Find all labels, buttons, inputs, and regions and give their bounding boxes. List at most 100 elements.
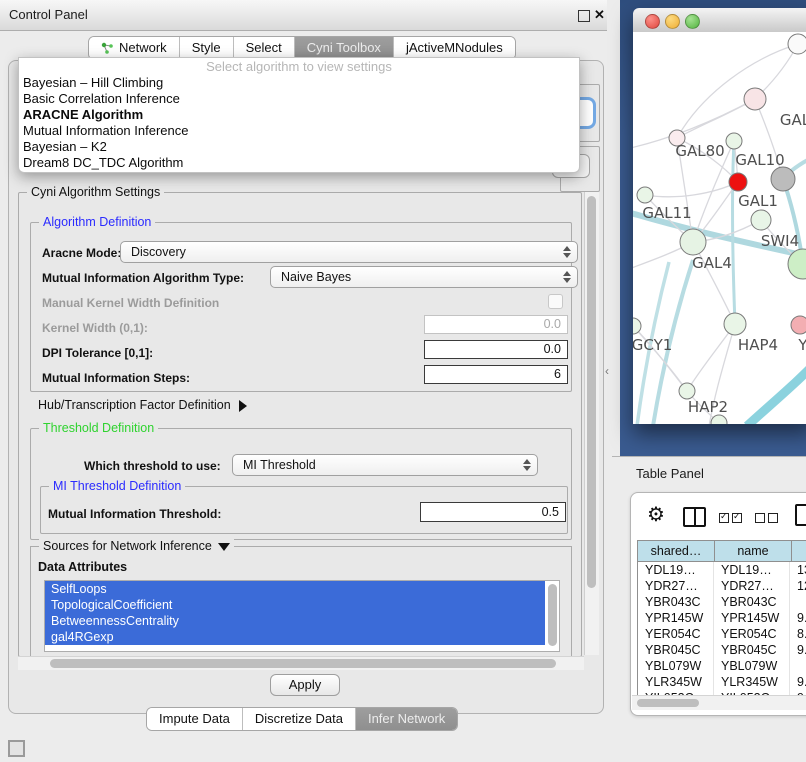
network-node[interactable] xyxy=(791,316,806,334)
network-edge[interactable] xyxy=(687,324,735,391)
data-attribute-item[interactable]: gal4RGexp xyxy=(45,629,545,645)
column-header[interactable] xyxy=(792,540,806,562)
tab-impute-data[interactable]: Impute Data xyxy=(147,708,243,730)
algorithm-option[interactable]: ARACNE Algorithm xyxy=(19,107,579,123)
network-node-label: GAL11 xyxy=(642,204,691,222)
split-columns-icon[interactable] xyxy=(683,507,706,527)
settings-vscrollbar-thumb[interactable] xyxy=(587,196,596,588)
close-icon[interactable]: ✕ xyxy=(594,7,605,23)
network-node-label: HAP4 xyxy=(738,336,778,354)
table-cell: YER054C xyxy=(638,626,714,642)
table-cell: YBR043C xyxy=(714,594,790,610)
tab-jactivemnodules[interactable]: jActiveMNodules xyxy=(394,37,515,59)
network-node[interactable] xyxy=(680,229,706,255)
select-columns-icon[interactable] xyxy=(719,510,742,528)
mi-threshold-field[interactable]: 0.5 xyxy=(420,502,566,522)
tab-cyni-toolbox[interactable]: Cyni Toolbox xyxy=(295,37,394,59)
column-header[interactable]: name xyxy=(715,540,792,562)
collapsed-panel-icon[interactable] xyxy=(8,740,25,757)
table-row[interactable]: YBR045CYBR045C9. xyxy=(638,642,806,658)
algorithm-option[interactable]: Bayesian – Hill Climbing xyxy=(19,75,579,91)
tab-select[interactable]: Select xyxy=(234,37,295,59)
dropdown-placeholder: Select algorithm to view settings xyxy=(19,58,579,75)
settings-hscrollbar-thumb[interactable] xyxy=(50,659,556,668)
mi-type-label: Mutual Information Algorithm Type: xyxy=(42,271,244,285)
network-node[interactable] xyxy=(637,187,653,203)
algorithm-option[interactable]: Dream8 DC_TDC Algorithm xyxy=(19,155,579,171)
table-hscrollbar-thumb[interactable] xyxy=(637,699,699,707)
table-panel-header: Table Panel xyxy=(612,456,806,489)
float-icon[interactable] xyxy=(578,10,590,22)
table-row[interactable]: YDR27…YDR27…12 xyxy=(638,578,806,594)
dpi-tolerance-field[interactable]: 0.0 xyxy=(424,340,568,359)
manual-kernel-label: Manual Kernel Width Definition xyxy=(42,296,219,310)
table-row[interactable]: YBR043CYBR043C xyxy=(638,594,806,610)
which-threshold-combo[interactable]: MI Threshold xyxy=(232,454,538,476)
network-node[interactable] xyxy=(729,173,747,191)
network-node-label: GAL4 xyxy=(692,254,732,272)
table-row[interactable]: YLR345WYLR345W9. xyxy=(638,674,806,690)
algorithm-option[interactable]: Basic Correlation Inference xyxy=(19,91,579,107)
data-attribute-item[interactable]: BetweennessCentrality xyxy=(45,613,545,629)
kernel-width-field[interactable]: 0.0 xyxy=(424,315,568,334)
table-cell: 12 xyxy=(790,578,806,594)
deselect-columns-icon[interactable] xyxy=(755,510,778,528)
manual-kernel-checkbox[interactable] xyxy=(548,294,563,309)
table-cell xyxy=(790,594,806,610)
splitter-collapse-icon[interactable]: ‹ xyxy=(605,364,609,378)
network-node[interactable] xyxy=(679,383,695,399)
network-node-label: HAP2 xyxy=(688,398,728,416)
table-row[interactable]: YDL19…YDL19…13 xyxy=(638,562,806,578)
table-row[interactable]: YBL079WYBL079W xyxy=(638,658,806,674)
table-cell: YDL19… xyxy=(714,562,790,578)
apply-button[interactable]: Apply xyxy=(270,674,340,696)
table-hscrollbar[interactable] xyxy=(632,695,806,710)
table-cell: YDL19… xyxy=(638,562,714,578)
algorithm-option[interactable]: Mutual Information Inference xyxy=(19,123,579,139)
network-node[interactable] xyxy=(711,415,727,424)
data-attribute-item[interactable]: SelfLoops xyxy=(45,581,545,597)
mi-steps-field[interactable]: 6 xyxy=(424,365,568,384)
network-node[interactable] xyxy=(788,34,806,54)
table-cell: YBL079W xyxy=(714,658,790,674)
network-node[interactable] xyxy=(726,133,742,149)
network-node[interactable] xyxy=(744,88,766,110)
algorithm-option[interactable]: Bayesian – K2 xyxy=(19,139,579,155)
list-scrollbar-thumb[interactable] xyxy=(548,584,557,646)
data-attribute-item[interactable]: TopologicalCoefficient xyxy=(45,597,545,613)
network-node[interactable] xyxy=(633,318,641,334)
minimize-traffic-icon[interactable] xyxy=(665,14,680,29)
network-canvas[interactable]: GAL80GAL10GALGAL11GAL1SWI4GAL4GCY1HAP4YH… xyxy=(633,32,806,424)
tab-discretize-data[interactable]: Discretize Data xyxy=(243,708,356,730)
close-traffic-icon[interactable] xyxy=(645,14,660,29)
column-header[interactable]: shared… xyxy=(638,540,715,562)
table-row[interactable]: YER054CYER054C8. xyxy=(638,626,806,642)
hub-definition-toggle[interactable]: Hub/Transcription Factor Definition xyxy=(38,398,247,412)
network-edge[interactable] xyxy=(645,182,738,197)
zoom-traffic-icon[interactable] xyxy=(685,14,700,29)
table-cell: 9. xyxy=(790,674,806,690)
control-panel: Control Panel ✕ Network Style Select Cyn… xyxy=(0,0,607,737)
algorithm-list: Bayesian – Hill ClimbingBasic Correlatio… xyxy=(19,75,579,171)
network-node[interactable] xyxy=(724,313,746,335)
network-node-label: GAL10 xyxy=(735,151,784,169)
which-threshold-label: Which threshold to use: xyxy=(84,459,221,473)
tab-network[interactable]: Network xyxy=(89,37,180,59)
network-window-titlebar[interactable] xyxy=(633,8,806,33)
table-row[interactable]: YPR145WYPR145W9. xyxy=(638,610,806,626)
network-node-label: GAL80 xyxy=(675,142,724,160)
document-icon[interactable] xyxy=(795,504,806,526)
data-attributes-list[interactable]: SelfLoopsTopologicalCoefficientBetweenne… xyxy=(44,580,560,652)
algorithm-dropdown: Select algorithm to view settings Bayesi… xyxy=(18,57,580,173)
dpi-tolerance-label: DPI Tolerance [0,1]: xyxy=(42,346,153,360)
tab-style[interactable]: Style xyxy=(180,37,234,59)
network-node[interactable] xyxy=(771,167,795,191)
mi-type-combo[interactable]: Naive Bayes xyxy=(270,266,578,288)
settings-vscrollbar[interactable] xyxy=(584,192,599,655)
settings-hscrollbar[interactable] xyxy=(18,656,584,670)
network-edge[interactable] xyxy=(747,354,806,424)
gear-icon[interactable]: ⚙ xyxy=(647,502,665,527)
aracne-mode-combo[interactable]: Discovery xyxy=(120,241,578,263)
tab-infer-network[interactable]: Infer Network xyxy=(356,708,457,730)
network-node[interactable] xyxy=(751,210,771,230)
